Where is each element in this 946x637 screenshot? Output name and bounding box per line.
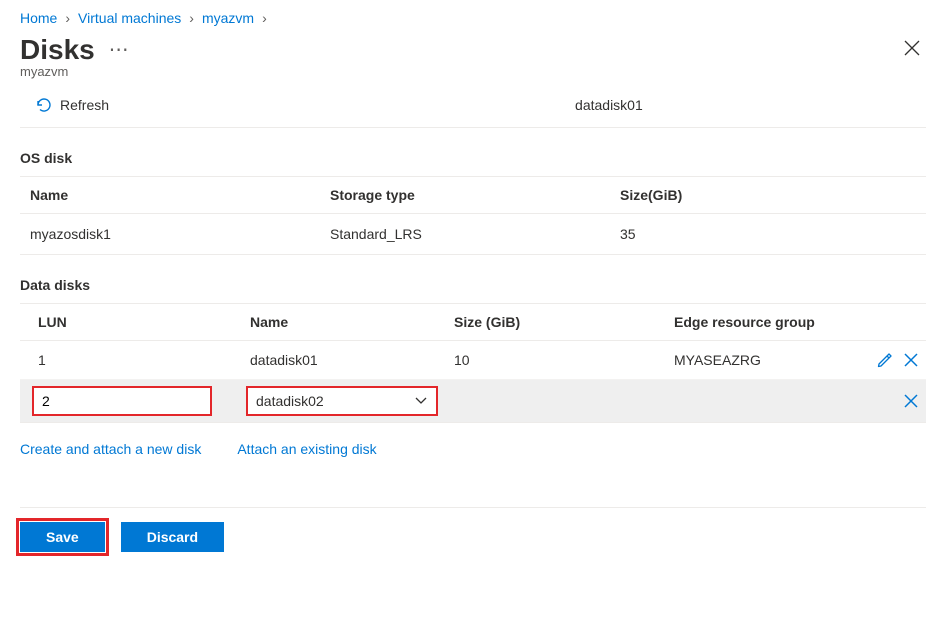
breadcrumb-vms[interactable]: Virtual machines <box>78 10 181 26</box>
breadcrumb-vm[interactable]: myazvm <box>202 10 254 26</box>
os-disk-row: myazosdisk1 Standard_LRS 35 <box>20 214 926 255</box>
disk-name-select[interactable]: datadisk02 <box>246 386 438 416</box>
chevron-down-icon <box>414 396 428 406</box>
chevron-right-icon: › <box>189 10 194 26</box>
footer: Save Discard <box>20 507 926 552</box>
toolbar: Refresh datadisk01 <box>20 93 926 128</box>
os-disk-size: 35 <box>610 214 926 255</box>
data-disks-heading: Data disks <box>20 277 926 293</box>
data-disks-table: LUN Name Size (GiB) Edge resource group … <box>20 303 926 423</box>
edit-icon[interactable] <box>876 351 894 369</box>
close-button[interactable] <box>898 34 926 65</box>
delete-icon[interactable] <box>902 392 920 410</box>
data-disk-editing-row: datadisk02 <box>20 380 926 423</box>
col-header-name: Name <box>20 177 320 214</box>
more-menu-icon[interactable]: ⋯ <box>109 39 129 61</box>
chevron-right-icon: › <box>65 10 70 26</box>
os-disk-name: myazosdisk1 <box>20 214 320 255</box>
lun-input[interactable] <box>32 386 212 416</box>
toolbar-status: datadisk01 <box>575 97 643 113</box>
disk-size: 10 <box>444 341 664 380</box>
discard-button[interactable]: Discard <box>121 522 224 552</box>
refresh-button[interactable]: Refresh <box>20 93 115 117</box>
delete-icon[interactable] <box>902 351 920 369</box>
chevron-right-icon: › <box>262 10 267 26</box>
refresh-label: Refresh <box>60 97 109 113</box>
save-button[interactable]: Save <box>20 522 105 552</box>
page-title: Disks <box>20 34 95 66</box>
os-disk-heading: OS disk <box>20 150 926 166</box>
col-header-group: Edge resource group <box>664 304 856 341</box>
col-header-name: Name <box>240 304 444 341</box>
data-disk-row: 1 datadisk01 10 MYASEAZRG <box>20 341 926 380</box>
disk-name: datadisk01 <box>240 341 444 380</box>
os-disk-table: Name Storage type Size(GiB) myazosdisk1 … <box>20 176 926 255</box>
disk-group: MYASEAZRG <box>664 341 856 380</box>
page-subtitle: myazvm <box>20 64 129 79</box>
disk-name-select-value: datadisk02 <box>256 393 324 409</box>
col-header-storage: Storage type <box>320 177 610 214</box>
close-icon <box>904 40 920 56</box>
create-disk-link[interactable]: Create and attach a new disk <box>20 441 201 457</box>
breadcrumb-home[interactable]: Home <box>20 10 57 26</box>
refresh-icon <box>36 97 52 113</box>
col-header-lun: LUN <box>20 304 240 341</box>
disk-lun: 1 <box>20 341 240 380</box>
breadcrumb: Home › Virtual machines › myazvm › <box>20 6 926 32</box>
attach-disk-link[interactable]: Attach an existing disk <box>237 441 376 457</box>
col-header-size: Size (GiB) <box>444 304 664 341</box>
os-disk-storage: Standard_LRS <box>320 214 610 255</box>
col-header-size: Size(GiB) <box>610 177 926 214</box>
